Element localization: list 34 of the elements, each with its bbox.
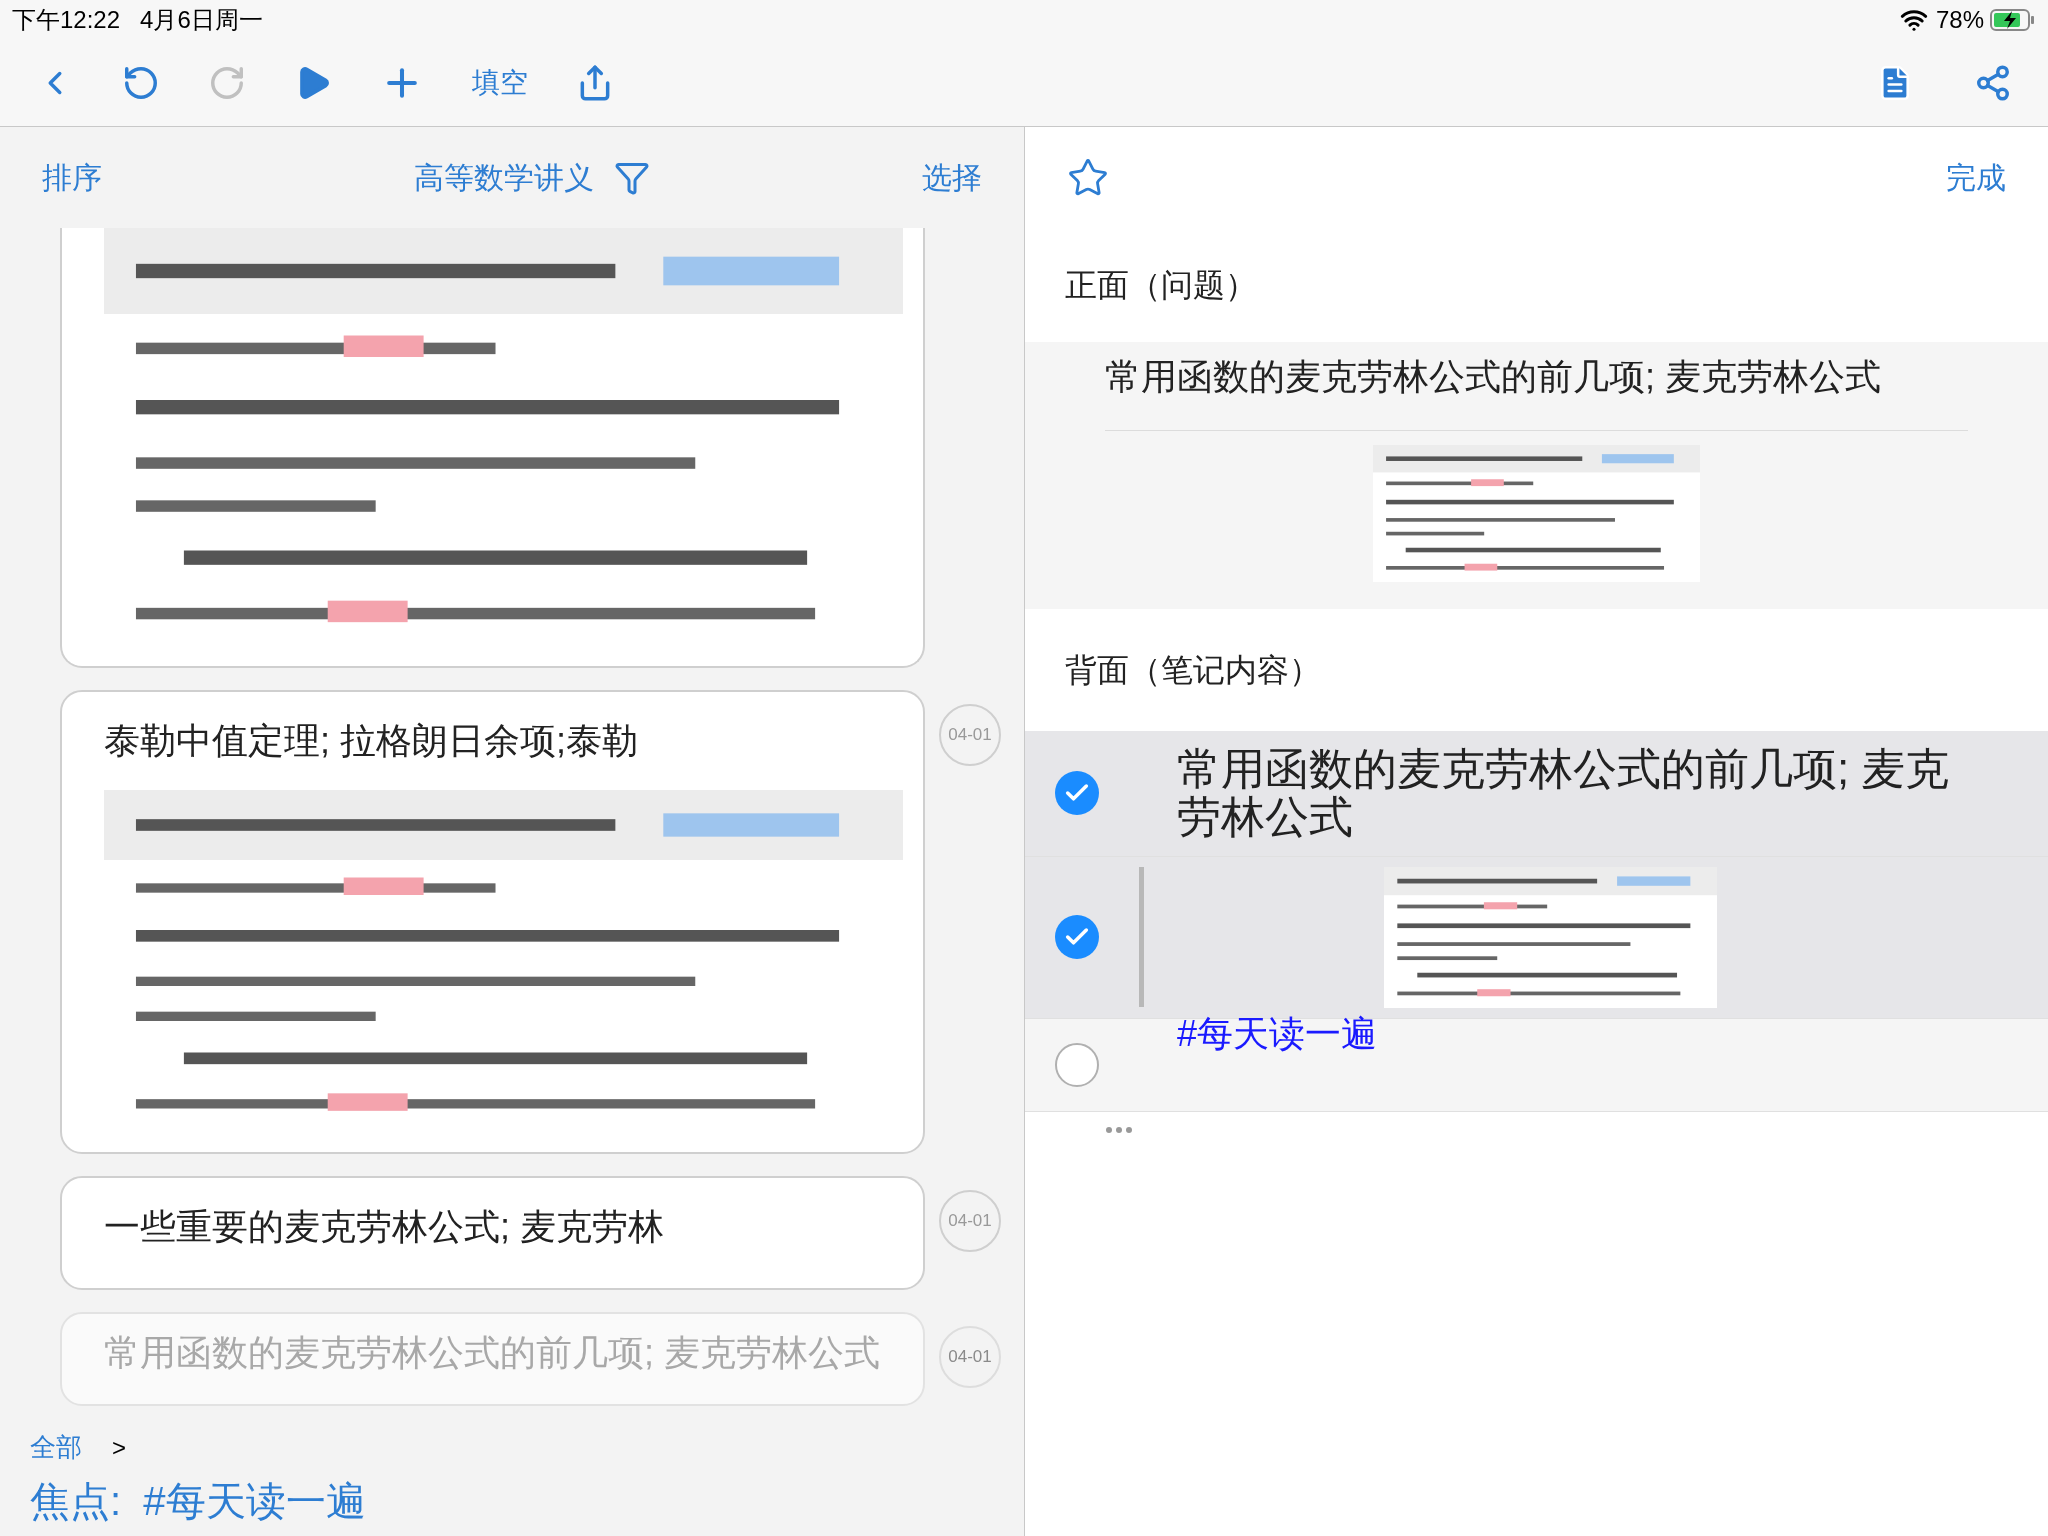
note-text: 常用函数的麦克劳林公式的前几项; 麦克劳林公式 [1177, 743, 1951, 844]
sort-button[interactable]: 排序 [42, 155, 102, 200]
date-badge: 04-01 [939, 704, 1001, 766]
note-card[interactable]: 常用函数的麦克劳林公式的前几项; 麦克劳林公式 [60, 1312, 925, 1406]
more-icon[interactable] [1105, 1125, 1133, 1134]
date-badge: 04-01 [939, 1326, 1001, 1388]
status-time: 下午12:22 [12, 5, 121, 35]
chevron-text: > [112, 1432, 126, 1463]
battery-percent: 78% [1935, 5, 1984, 35]
focus-tag[interactable]: 焦点: #每天读一遍 [30, 1471, 994, 1531]
card-title: 一些重要的麦克劳林公式; 麦克劳林 [104, 1205, 665, 1249]
back-label: 背面（笔记内容） [1065, 651, 1321, 690]
select-button[interactable]: 选择 [922, 155, 982, 200]
redo-icon [208, 64, 246, 102]
note-card[interactable]: 一些重要的麦克劳林公式; 麦克劳林 [60, 1176, 925, 1290]
front-text: 常用函数的麦克劳林公式的前几项; 麦克劳林公式 [1105, 355, 1882, 399]
undo-button[interactable] [122, 64, 160, 102]
undo-icon [122, 64, 160, 102]
checkbox[interactable] [1055, 915, 1099, 960]
status-date: 4月6日周一 [140, 5, 263, 35]
checkbox[interactable] [1055, 1042, 1099, 1087]
checkbox[interactable] [1055, 771, 1099, 816]
mindmap-button[interactable] [1974, 64, 2012, 102]
mindmap-icon [1974, 64, 2012, 102]
scope-link[interactable]: 全部 [30, 1428, 82, 1467]
fill-blank-button[interactable]: 填空 [472, 62, 528, 104]
notebook-title[interactable]: 高等数学讲义 [414, 155, 594, 200]
date-badge: 04-01 [939, 1190, 1001, 1252]
card-title: 常用函数的麦克劳林公式的前几项; 麦克劳林公式 [104, 1331, 881, 1375]
card-title: 泰勒中值定理; 拉格朗日余项;泰勒 [104, 719, 639, 763]
done-button[interactable]: 完成 [1946, 155, 2006, 200]
note-card[interactable]: 泰勒中值定理; 拉格朗日余项;泰勒 [60, 690, 925, 1154]
front-label: 正面（问题） [1065, 266, 1257, 305]
note-row[interactable]: 常用函数的麦克劳林公式的前几项; 麦克劳林公式 [1025, 731, 2048, 857]
